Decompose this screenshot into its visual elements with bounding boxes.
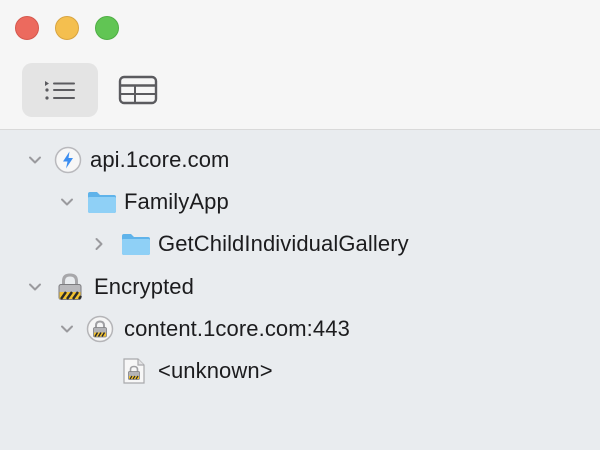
chevron-down-icon[interactable]: [26, 151, 44, 169]
tree-item-api-host[interactable]: api.1core.com: [26, 140, 229, 180]
tree-item-familyapp[interactable]: FamilyApp: [58, 182, 229, 222]
locked-file-icon: [122, 357, 146, 385]
chevron-right-icon[interactable]: [90, 235, 108, 253]
close-window-button[interactable]: [15, 16, 39, 40]
tree-item-label: api.1core.com: [90, 147, 230, 172]
tree-item-label: content.1core.com:443: [124, 316, 350, 341]
chevron-down-icon[interactable]: [58, 193, 76, 211]
tree-item-label: GetChildIndividualGallery: [158, 231, 409, 256]
chevron-down-icon[interactable]: [26, 278, 44, 296]
app-window: api.1core.com FamilyApp GetChildIndividu…: [0, 0, 600, 450]
lightning-bolt-icon: [54, 146, 82, 174]
sidebar-tree: api.1core.com FamilyApp GetChildIndividu…: [0, 130, 600, 450]
folder-icon: [86, 189, 118, 215]
tree-item-getchildindividualgallery[interactable]: GetChildIndividualGallery: [90, 224, 409, 264]
chevron-down-icon[interactable]: [58, 320, 76, 338]
lock-badge-icon: [86, 315, 114, 343]
tree-item-content-host[interactable]: content.1core.com:443: [58, 309, 350, 349]
folder-icon: [120, 231, 152, 257]
tree-item-label: <unknown>: [158, 358, 273, 383]
minimize-window-button[interactable]: [55, 16, 79, 40]
tree-item-encrypted[interactable]: Encrypted: [26, 267, 194, 307]
tree-item-label: FamilyApp: [124, 189, 229, 214]
padlock-icon: [56, 272, 84, 302]
table-view-button[interactable]: [100, 63, 176, 117]
titlebar: [0, 0, 600, 130]
maximize-window-button[interactable]: [95, 16, 119, 40]
tree-item-unknown[interactable]: <unknown>: [118, 351, 273, 391]
list-view-button[interactable]: [22, 63, 98, 117]
tree-item-label: Encrypted: [94, 274, 194, 299]
table-icon: [118, 75, 158, 105]
list-icon: [45, 81, 75, 100]
